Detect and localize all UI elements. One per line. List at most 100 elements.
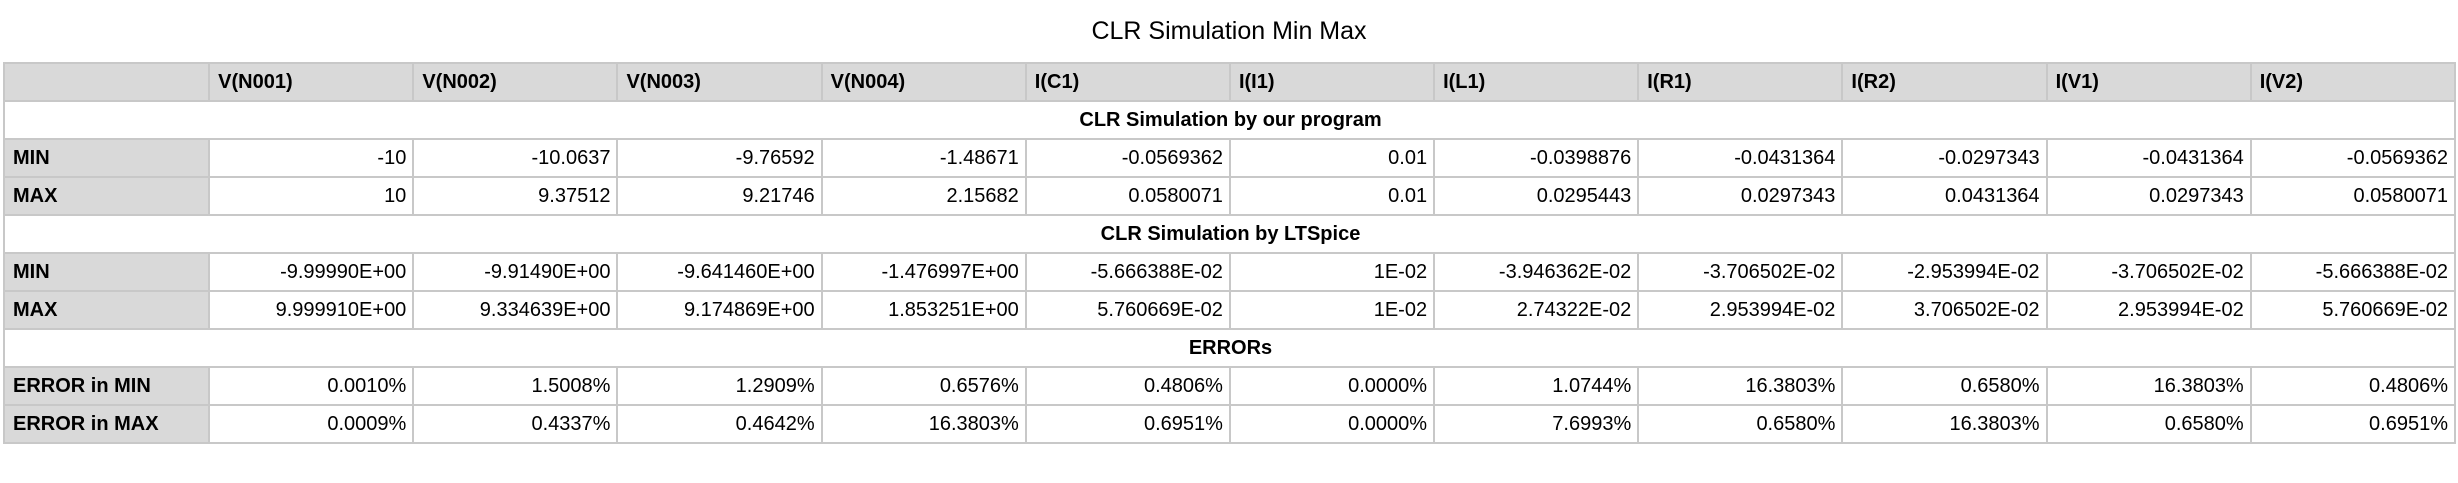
section-heading-row: ERRORs <box>3 328 2456 368</box>
value-cell[interactable]: -0.0297343 <box>1841 138 2048 178</box>
sheet-title: CLR Simulation Min Max <box>1091 17 1367 45</box>
value-cell[interactable]: -9.99990E+00 <box>208 252 415 292</box>
table-body: CLR Simulation by our program MIN -10 -10.0… <box>2 100 2457 444</box>
section-heading[interactable]: CLR Simulation by LTSpice <box>3 214 2456 254</box>
table-row: MAX 10 9.37512 9.21746 2.15682 0.0580071 0.01 0… <box>2 176 2457 216</box>
value-cell[interactable]: 1.0744% <box>1433 366 1640 406</box>
row-label-cell[interactable]: ERROR in MIN <box>2 366 211 406</box>
value-cell[interactable]: -0.0569362 <box>1024 138 1231 178</box>
value-cell[interactable]: -10 <box>208 138 415 178</box>
row-label-cell[interactable]: MAX <box>2 176 211 216</box>
row-label-cell[interactable]: ERROR in MAX <box>2 404 211 444</box>
column-header[interactable]: V(N001) <box>208 62 415 102</box>
value-cell[interactable]: 0.01 <box>1228 138 1436 178</box>
table-row: MIN -10 -10.0637 -9.76592 -1.48671 -0.0569362… <box>2 138 2457 178</box>
column-header[interactable]: V(N002) <box>412 62 619 102</box>
value-cell[interactable]: 0.4806% <box>2249 366 2457 406</box>
value-cell[interactable]: 0.0431364 <box>1841 176 2048 216</box>
value-cell[interactable]: 1E-02 <box>1228 252 1436 292</box>
table-row: ERROR in MIN 0.0010% 1.5008% 1.2909% 0.6576%… <box>2 366 2457 406</box>
table-row: MIN -9.99990E+00 -9.91490E+00 -9.641460E+00… <box>2 252 2457 292</box>
section-heading[interactable]: ERRORs <box>3 328 2456 368</box>
row-label-cell[interactable]: MIN <box>2 252 211 292</box>
value-cell[interactable]: 0.0295443 <box>1433 176 1640 216</box>
value-cell[interactable]: 0.0000% <box>1228 404 1436 444</box>
value-cell[interactable]: 16.3803% <box>2045 366 2252 406</box>
value-cell[interactable]: 16.3803% <box>1841 404 2048 444</box>
value-cell[interactable]: -5.666388E-02 <box>2249 252 2457 292</box>
value-cell[interactable]: 1.5008% <box>412 366 619 406</box>
value-cell[interactable]: 0.6951% <box>2249 404 2457 444</box>
row-label-cell[interactable]: MIN <box>2 138 211 178</box>
value-cell[interactable]: -0.0398876 <box>1433 138 1640 178</box>
value-cell[interactable]: 0.6580% <box>1841 366 2048 406</box>
value-cell[interactable]: -9.91490E+00 <box>412 252 619 292</box>
column-header[interactable]: I(R2) <box>1841 62 2048 102</box>
section-heading-row: CLR Simulation by LTSpice <box>3 214 2456 254</box>
column-header[interactable]: I(R1) <box>1637 62 1844 102</box>
value-cell[interactable]: -3.706502E-02 <box>1637 252 1844 292</box>
value-cell[interactable]: -0.0569362 <box>2249 138 2457 178</box>
column-header[interactable]: I(I1) <box>1228 62 1436 102</box>
table-row: ERROR in MAX 0.0009% 0.4337% 0.4642% 16.3803… <box>2 404 2457 444</box>
row-label-cell[interactable]: MAX <box>2 290 211 330</box>
value-cell[interactable]: 0.0297343 <box>2045 176 2252 216</box>
value-cell[interactable]: 9.37512 <box>412 176 619 216</box>
value-cell[interactable]: 7.6993% <box>1433 404 1640 444</box>
value-cell[interactable]: 2.15682 <box>820 176 1027 216</box>
column-header[interactable]: I(V2) <box>2249 62 2457 102</box>
value-cell[interactable]: -3.946362E-02 <box>1433 252 1640 292</box>
value-cell[interactable]: -9.76592 <box>616 138 823 178</box>
value-cell[interactable]: 0.0297343 <box>1637 176 1844 216</box>
value-cell[interactable]: 3.706502E-02 <box>1841 290 2048 330</box>
value-cell[interactable]: 0.0009% <box>208 404 415 444</box>
min-max-table: V(N001) V(N002) V(N003) V(N004) I(C1) I(… <box>2 62 2457 444</box>
value-cell[interactable]: 2.953994E-02 <box>2045 290 2252 330</box>
value-cell[interactable]: -2.953994E-02 <box>1841 252 2048 292</box>
value-cell[interactable]: 16.3803% <box>1637 366 1844 406</box>
value-cell[interactable]: 5.760669E-02 <box>1024 290 1231 330</box>
value-cell[interactable]: 9.174869E+00 <box>616 290 823 330</box>
column-header[interactable]: I(L1) <box>1433 62 1640 102</box>
value-cell[interactable]: 1.2909% <box>616 366 823 406</box>
value-cell[interactable]: 0.6576% <box>820 366 1027 406</box>
column-header[interactable]: V(N003) <box>616 62 823 102</box>
value-cell[interactable]: -3.706502E-02 <box>2045 252 2252 292</box>
value-cell[interactable]: 0.4806% <box>1024 366 1231 406</box>
value-cell[interactable]: 0.4337% <box>412 404 619 444</box>
header-row: V(N001) V(N002) V(N003) V(N004) I(C1) I(… <box>2 62 2457 102</box>
value-cell[interactable]: 2.74322E-02 <box>1433 290 1640 330</box>
value-cell[interactable]: 0.6580% <box>2045 404 2252 444</box>
value-cell[interactable]: 9.334639E+00 <box>412 290 619 330</box>
value-cell[interactable]: 0.0580071 <box>2249 176 2457 216</box>
value-cell[interactable]: 9.21746 <box>616 176 823 216</box>
header-corner-cell[interactable] <box>2 62 211 102</box>
value-cell[interactable]: 0.01 <box>1228 176 1436 216</box>
value-cell[interactable]: 10 <box>208 176 415 216</box>
value-cell[interactable]: -10.0637 <box>412 138 619 178</box>
value-cell[interactable]: 2.953994E-02 <box>1637 290 1844 330</box>
value-cell[interactable]: 0.0000% <box>1228 366 1436 406</box>
value-cell[interactable]: 0.6951% <box>1024 404 1231 444</box>
section-heading-row: CLR Simulation by our program <box>3 100 2456 140</box>
value-cell[interactable]: 16.3803% <box>820 404 1027 444</box>
column-header[interactable]: V(N004) <box>820 62 1027 102</box>
column-header[interactable]: I(C1) <box>1024 62 1231 102</box>
value-cell[interactable]: -5.666388E-02 <box>1024 252 1231 292</box>
value-cell[interactable]: 0.4642% <box>616 404 823 444</box>
value-cell[interactable]: 9.999910E+00 <box>208 290 415 330</box>
section-heading[interactable]: CLR Simulation by our program <box>3 100 2456 140</box>
value-cell[interactable]: 1.853251E+00 <box>820 290 1027 330</box>
value-cell[interactable]: 0.0580071 <box>1024 176 1231 216</box>
value-cell[interactable]: 1E-02 <box>1228 290 1436 330</box>
value-cell[interactable]: -0.0431364 <box>2045 138 2252 178</box>
value-cell[interactable]: 0.0010% <box>208 366 415 406</box>
value-cell[interactable]: -0.0431364 <box>1637 138 1844 178</box>
value-cell[interactable]: 0.6580% <box>1637 404 1844 444</box>
value-cell[interactable]: -1.48671 <box>820 138 1027 178</box>
value-cell[interactable]: 5.760669E-02 <box>2249 290 2457 330</box>
value-cell[interactable]: -1.476997E+00 <box>820 252 1027 292</box>
column-header[interactable]: I(V1) <box>2045 62 2252 102</box>
table-row: MAX 9.999910E+00 9.334639E+00 9.174869E+00 1… <box>2 290 2457 330</box>
value-cell[interactable]: -9.641460E+00 <box>616 252 823 292</box>
